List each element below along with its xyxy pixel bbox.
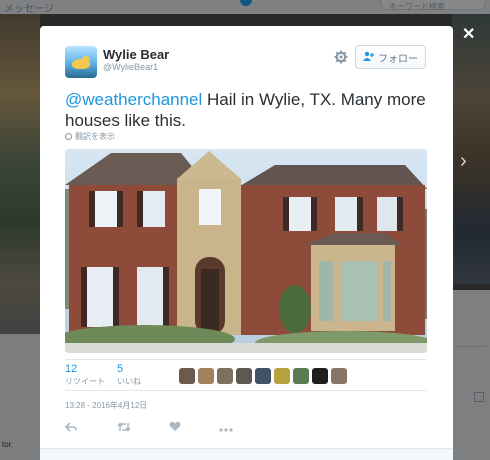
- translate-label: 翻訳を表示: [75, 132, 115, 141]
- tweet-actions: [64, 421, 265, 435]
- liker-avatar[interactable]: [255, 368, 271, 384]
- next-arrow-icon[interactable]: ›: [460, 150, 467, 173]
- tweet-timestamp[interactable]: 13:28 - 2016年4月12日: [65, 400, 147, 411]
- like-label: いいね: [117, 377, 141, 386]
- mention-link[interactable]: @weatherchannel: [65, 90, 202, 109]
- liker-avatar[interactable]: [217, 368, 233, 384]
- avatar[interactable]: [65, 46, 97, 78]
- gear-icon[interactable]: [334, 50, 348, 64]
- screen-name[interactable]: @WylieBear1: [103, 62, 158, 72]
- liker-avatar[interactable]: [198, 368, 214, 384]
- translate-link[interactable]: 翻訳を表示: [65, 131, 115, 142]
- tweet-modal: Wylie Bear @WylieBear1 フォロー @weatherchan…: [40, 26, 453, 460]
- follow-button[interactable]: フォロー: [355, 45, 426, 69]
- house-photo: [65, 149, 427, 353]
- liker-avatar[interactable]: [312, 368, 328, 384]
- divider: [65, 359, 427, 360]
- liker-avatar[interactable]: [331, 368, 347, 384]
- follow-label: フォロー: [378, 53, 418, 65]
- tweet-text: @weatherchannel Hail in Wylie, TX. Many …: [65, 89, 430, 131]
- more-icon[interactable]: [219, 421, 233, 435]
- retweet-stat[interactable]: 12 リツイート: [65, 363, 105, 387]
- liker-avatars: [179, 368, 347, 384]
- divider: [65, 390, 427, 391]
- globe-icon: [65, 133, 72, 140]
- display-name[interactable]: Wylie Bear: [103, 47, 169, 62]
- add-user-icon: [363, 51, 374, 64]
- reply-icon[interactable]: [64, 421, 77, 435]
- liker-avatar[interactable]: [179, 368, 195, 384]
- liker-avatar[interactable]: [236, 368, 252, 384]
- liker-avatar[interactable]: [274, 368, 290, 384]
- retweet-label: リツイート: [65, 377, 105, 386]
- retweet-icon[interactable]: [117, 421, 131, 435]
- tweet-photo[interactable]: [65, 149, 427, 353]
- like-count: 5: [117, 363, 124, 375]
- reply-area: [40, 448, 453, 460]
- retweet-count: 12: [65, 363, 78, 375]
- like-stat[interactable]: 5 いいね: [117, 363, 141, 387]
- duck-head-icon: [82, 56, 90, 63]
- liker-avatar[interactable]: [293, 368, 309, 384]
- close-icon[interactable]: ✕: [462, 24, 475, 44]
- heart-icon[interactable]: [169, 421, 181, 435]
